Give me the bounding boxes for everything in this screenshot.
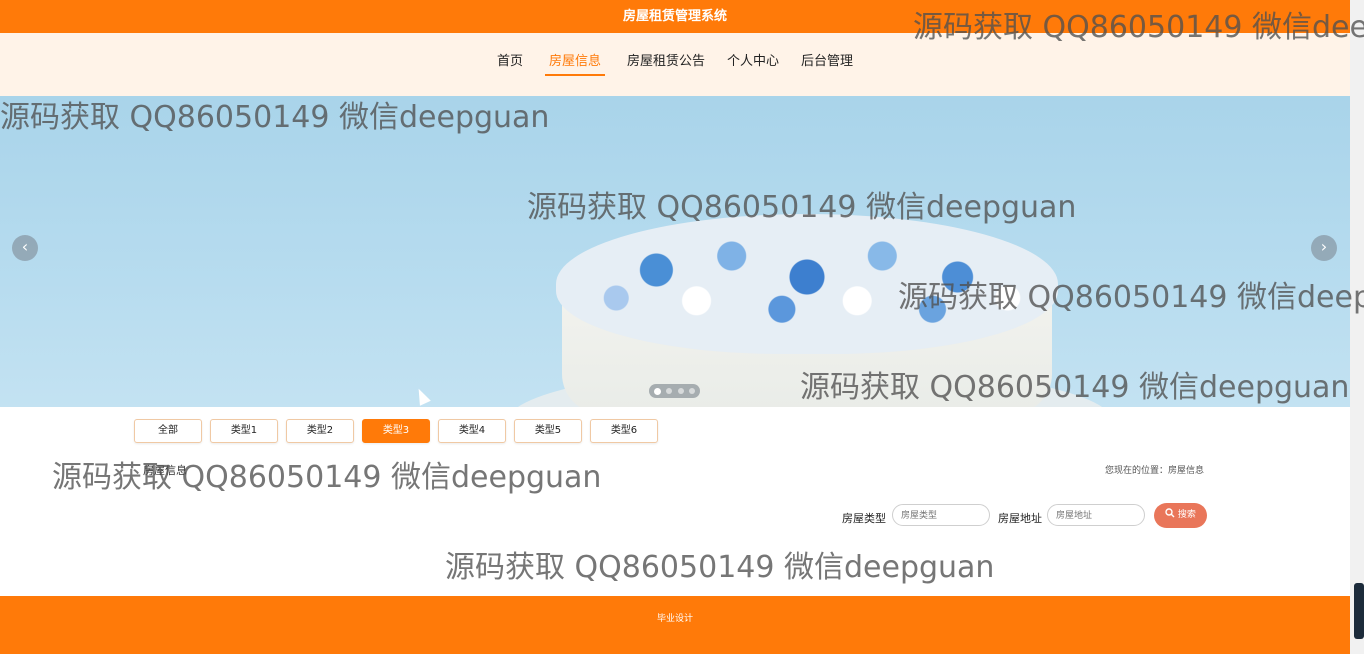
house-type-input[interactable] <box>892 504 990 526</box>
watermark-text: 源码获取 QQ86050149 微信deepguan <box>445 550 995 585</box>
type-filter-2[interactable]: 类型2 <box>286 419 354 443</box>
carousel-pagination <box>649 384 700 398</box>
breadcrumb-current[interactable]: 房屋信息 <box>1168 466 1204 476</box>
type-filter-all[interactable]: 全部 <box>134 419 202 443</box>
footer-text: 毕业设计 <box>656 614 693 624</box>
search-button[interactable]: 搜索 <box>1154 503 1207 528</box>
search-button-label: 搜索 <box>1177 510 1196 520</box>
breadcrumb-prefix: 您现在的位置： <box>1105 466 1169 476</box>
carousel-dot-3[interactable] <box>677 388 684 394</box>
nav-item-personal-center[interactable]: 个人中心 <box>727 53 779 76</box>
scrollbar-track[interactable] <box>1350 0 1364 654</box>
chevron-right-icon[interactable]: › <box>1311 235 1337 261</box>
house-type-label: 房屋类型 <box>842 512 886 525</box>
carousel-image-flowers <box>556 214 1058 354</box>
nav-item-admin[interactable]: 后台管理 <box>801 53 853 76</box>
type-filter-bar: 全部 类型1 类型2 类型3 类型4 类型5 类型6 <box>134 419 666 443</box>
banner-carousel <box>0 96 1350 407</box>
type-filter-5[interactable]: 类型5 <box>514 419 582 443</box>
section-title: 房屋信息 <box>143 464 187 477</box>
watermark-text: 源码获取 QQ86050149 微信deepguan <box>52 460 602 495</box>
nav-item-announcements[interactable]: 房屋租赁公告 <box>627 53 705 76</box>
carousel-dot-2[interactable] <box>666 388 673 394</box>
type-filter-1[interactable]: 类型1 <box>210 419 278 443</box>
breadcrumb: 您现在的位置：房屋信息 <box>1105 463 1204 476</box>
nav-item-home[interactable]: 首页 <box>497 53 523 76</box>
nav-item-house-info[interactable]: 房屋信息 <box>544 53 605 76</box>
house-address-input[interactable] <box>1047 504 1145 526</box>
type-filter-4[interactable]: 类型4 <box>438 419 506 443</box>
type-filter-6[interactable]: 类型6 <box>590 419 658 443</box>
search-icon <box>1165 508 1175 518</box>
chevron-left-icon[interactable]: ‹ <box>12 235 38 261</box>
carousel-dot-1[interactable] <box>654 387 662 395</box>
main-nav: 首页 房屋信息 房屋租赁公告 个人中心 后台管理 <box>0 33 1350 96</box>
carousel-dot-4[interactable] <box>688 388 695 394</box>
footer: 毕业设计 <box>0 596 1350 654</box>
app-title-bar: 房屋租赁管理系统 <box>0 0 1350 33</box>
app-title: 房屋租赁管理系统 <box>622 9 727 24</box>
type-filter-3[interactable]: 类型3 <box>362 419 430 443</box>
scrollbar-thumb[interactable] <box>1354 583 1364 639</box>
house-address-label: 房屋地址 <box>998 512 1042 525</box>
